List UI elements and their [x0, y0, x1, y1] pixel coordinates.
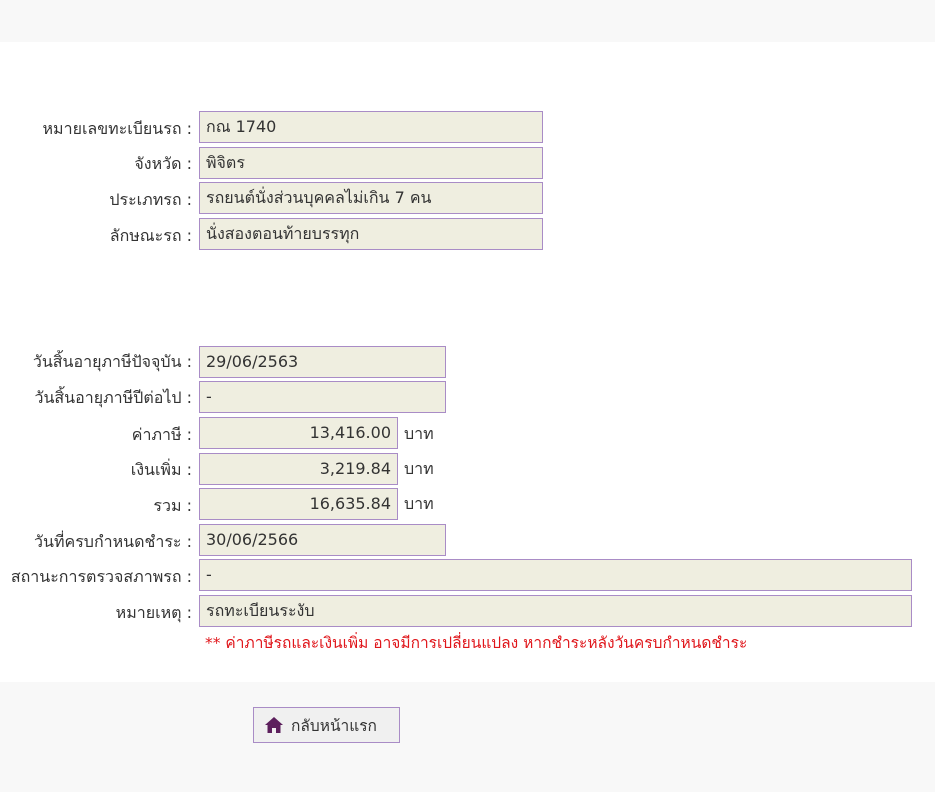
bottom-band: [0, 682, 935, 792]
tax-amount-field: 13,416.00: [199, 417, 398, 449]
vehicle-type-field: รถยนต์นั่งส่วนบุคคลไม่เกิน 7 คน: [199, 182, 543, 214]
tax-amount-label: ค่าภาษี :: [131, 425, 192, 444]
top-band: [0, 0, 935, 42]
next-expiry-label: วันสิ้นอายุภาษีปีต่อไป :: [34, 388, 192, 407]
surcharge-label: เงินเพิ่ม :: [130, 460, 192, 479]
total-label: รวม :: [153, 496, 192, 515]
remark-field: รถทะเบียนระงับ: [199, 595, 912, 627]
home-icon: [264, 716, 284, 734]
province-field: พิจิตร: [199, 147, 543, 179]
plate-field: กณ 1740: [199, 111, 543, 143]
payment-notice: ** ค่าภาษีรถและเงินเพิ่ม อาจมีการเปลี่ยน…: [205, 634, 748, 652]
vehicle-type-label: ประเภทรถ :: [109, 190, 192, 209]
total-field: 16,635.84: [199, 488, 398, 520]
due-date-label: วันที่ครบกำหนดชำระ :: [34, 532, 192, 551]
province-label: จังหวัด :: [134, 154, 192, 173]
vehicle-body-label: ลักษณะรถ :: [109, 226, 192, 245]
tax-amount-unit: บาท: [404, 424, 434, 443]
due-date-field: 30/06/2566: [199, 524, 446, 556]
current-expiry-label: วันสิ้นอายุภาษีปัจจุบัน :: [32, 352, 192, 371]
inspection-status-label: สถานะการตรวจสภาพรถ :: [10, 567, 192, 586]
home-button-label: กลับหน้าแรก: [291, 716, 377, 735]
surcharge-field: 3,219.84: [199, 453, 398, 485]
current-expiry-field: 29/06/2563: [199, 346, 446, 378]
total-unit: บาท: [404, 494, 434, 513]
surcharge-unit: บาท: [404, 459, 434, 478]
next-expiry-field: -: [199, 381, 446, 413]
plate-label: หมายเลขทะเบียนรถ :: [42, 119, 193, 138]
inspection-status-field: -: [199, 559, 912, 591]
remark-label: หมายเหตุ :: [115, 603, 192, 622]
home-button[interactable]: กลับหน้าแรก: [253, 707, 400, 743]
vehicle-body-field: นั่งสองตอนท้ายบรรทุก: [199, 218, 543, 250]
